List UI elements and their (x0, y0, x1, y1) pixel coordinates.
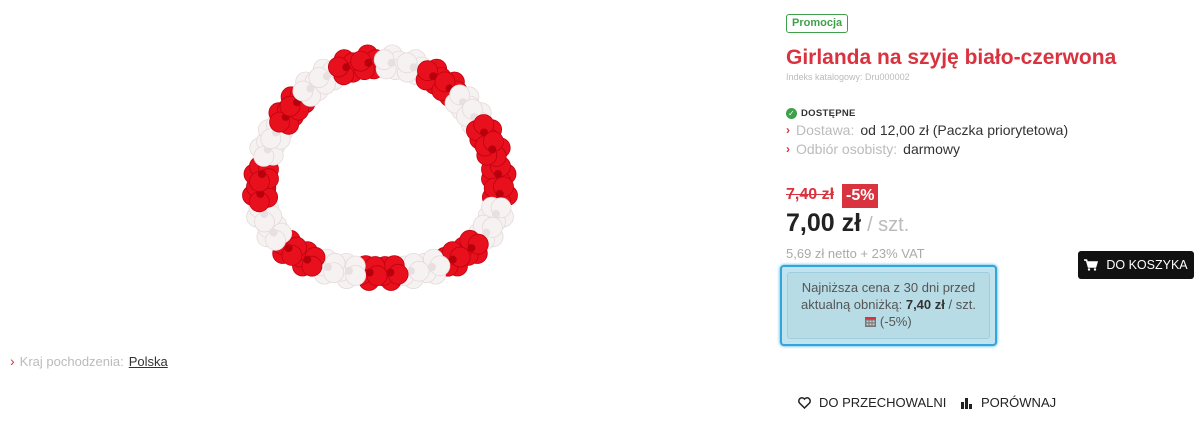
compare-label: PORÓWNAJ (981, 395, 1057, 410)
add-to-storage-button[interactable]: DO PRZECHOWALNI (798, 395, 946, 410)
chevron-right-icon: › (786, 142, 790, 156)
catalog-index: Indeks katalogowy: Dru000002 (786, 72, 910, 82)
origin-link[interactable]: Polska (129, 354, 168, 369)
lowest-price-line2: aktualną obniżką: 7,40 zł / szt. (788, 296, 989, 313)
availability-status: ✓ DOSTĘPNE (786, 108, 856, 119)
chevron-right-icon: › (10, 353, 15, 369)
lei-garland-image (242, 44, 518, 291)
product-title: Girlanda na szyję biało-czerwona (786, 46, 1117, 69)
lowest-price-line3: (-5%) (788, 313, 989, 330)
calendar-icon (865, 317, 877, 327)
cart-icon (1084, 259, 1099, 271)
delivery-value: od 12,00 zł (Paczka priorytetowa) (860, 122, 1069, 138)
price-row: 7,00 zł / szt. (786, 209, 909, 238)
chevron-right-icon: › (786, 123, 790, 137)
net-price: 5,69 zł netto + 23% VAT (786, 246, 925, 261)
discount-badge: -5% (842, 184, 879, 208)
check-circle-icon: ✓ (786, 108, 797, 119)
product-image[interactable] (232, 24, 528, 324)
delivery-row: › Dostawa: od 12,00 zł (Paczka priorytet… (786, 122, 1068, 138)
lowest-price-box: Najniższa cena z 30 dni przed aktualną o… (780, 265, 997, 346)
origin-label: Kraj pochodzenia: (19, 353, 124, 369)
lowest-price-unit: / szt. (948, 297, 976, 312)
compare-button[interactable]: PORÓWNAJ (960, 395, 1056, 410)
availability-label: DOSTĘPNE (801, 108, 856, 119)
add-to-storage-label: DO PRZECHOWALNI (819, 395, 947, 410)
bar-chart-icon (961, 397, 972, 409)
pickup-label: Odbiór osobisty: (796, 141, 898, 157)
price-unit: / szt. (867, 214, 910, 236)
lowest-price-line1: Najniższa cena z 30 dni przed (801, 280, 976, 295)
old-price: 7,40 zł (786, 186, 835, 203)
current-price: 7,00 zł (786, 209, 862, 237)
pickup-row: › Odbiór osobisty: darmowy (786, 141, 960, 157)
lowest-price-prefix: aktualną obniżką: (801, 297, 903, 312)
delivery-label: Dostawa: (796, 122, 855, 138)
origin-row: › Kraj pochodzenia: Polska (10, 353, 168, 369)
lowest-price-value: 7,40 zł (905, 297, 945, 312)
add-to-cart-button[interactable]: DO KOSZYKA (1078, 251, 1194, 279)
lowest-price-percent: (-5%) (879, 314, 912, 329)
add-to-cart-label: DO KOSZYKA (1106, 258, 1188, 272)
lowest-price-info: Najniższa cena z 30 dni przed aktualną o… (787, 272, 990, 339)
promo-badge: Promocja (786, 14, 849, 33)
heart-icon (798, 396, 811, 409)
pickup-value: darmowy (903, 141, 960, 157)
